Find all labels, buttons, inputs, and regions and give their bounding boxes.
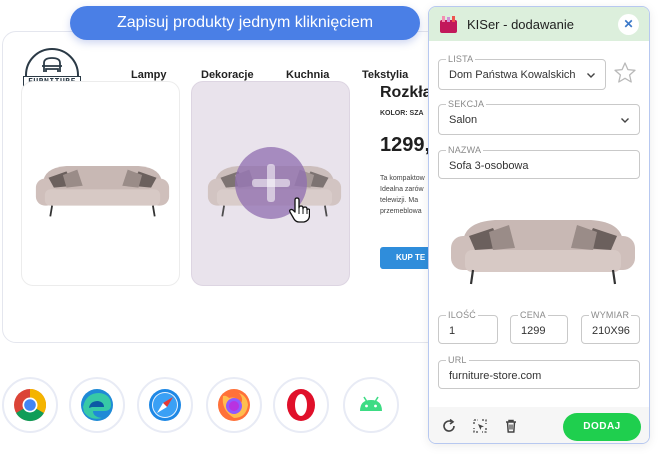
chrome-browser-badge[interactable] <box>2 377 58 433</box>
hand-cursor-icon <box>289 197 310 223</box>
nav-item-tekstylia[interactable]: Tekstylia <box>362 69 408 81</box>
nav-item-dekoracje[interactable]: Dekoracje <box>201 69 254 81</box>
opera-browser-badge[interactable] <box>273 377 329 433</box>
url-label: URL <box>446 355 469 365</box>
chevron-down-icon <box>587 73 595 78</box>
headline-banner: Zapisuj produkty jednym kliknięciem <box>70 6 420 40</box>
wymiar-value: 210X96 <box>592 325 630 337</box>
ilosc-field[interactable]: ILOŚĆ 1 <box>438 310 498 344</box>
kiser-logo-icon <box>440 16 457 33</box>
popup-header: KISer - dodawanie ✕ <box>429 7 649 41</box>
wymiar-label: WYMIAR <box>589 310 632 320</box>
sekcja-label: SEKCJA <box>446 99 487 109</box>
nav-item-kuchnia[interactable]: Kuchnia <box>286 69 329 81</box>
description-line: Ta kompaktow <box>380 175 425 182</box>
wymiar-field[interactable]: WYMIAR 210X96 <box>581 310 640 344</box>
product-price: 1299, <box>380 134 431 156</box>
favorite-star-icon[interactable] <box>613 61 637 85</box>
edge-browser-badge[interactable] <box>69 377 125 433</box>
popup-title: KISer - dodawanie <box>467 17 574 32</box>
firefox-browser-badge[interactable] <box>206 377 262 433</box>
android-badge[interactable] <box>343 377 399 433</box>
cena-field[interactable]: CENA 1299 <box>510 310 568 344</box>
android-icon <box>360 396 382 411</box>
sekcja-select[interactable]: SEKCJA Salon <box>438 99 640 135</box>
product-description: Ta kompaktow Idealna zarów telewizji. Ma… <box>380 173 425 217</box>
lista-label: LISTA <box>446 54 476 64</box>
chevron-down-icon <box>621 118 629 123</box>
popup-footer: DODAJ <box>429 407 649 443</box>
cena-label: CENA <box>518 310 548 320</box>
cena-value: 1299 <box>521 325 546 337</box>
nazwa-label: NAZWA <box>446 145 484 155</box>
sofa-image <box>35 166 170 217</box>
add-button[interactable]: DODAJ <box>563 413 641 441</box>
opera-icon <box>287 389 315 421</box>
chair-icon <box>42 57 62 72</box>
lista-value: Dom Państwa Kowalskich <box>449 69 576 81</box>
ilosc-label: ILOŚĆ <box>446 310 479 320</box>
nav-item-lampy[interactable]: Lampy <box>131 69 166 81</box>
safari-icon <box>149 389 181 421</box>
url-field[interactable]: URL furniture-store.com <box>438 355 640 389</box>
nazwa-value: Sofa 3-osobowa <box>449 160 529 172</box>
edge-icon <box>81 389 113 421</box>
firefox-icon <box>218 389 250 421</box>
close-button[interactable]: ✕ <box>618 14 639 35</box>
product-title: Rozkła <box>380 84 432 101</box>
nazwa-field[interactable]: NAZWA Sofa 3-osobowa <box>438 145 640 179</box>
select-region-icon[interactable] <box>472 418 488 434</box>
product-sofa-image <box>451 220 635 285</box>
product-image-card[interactable] <box>21 81 180 286</box>
refresh-icon[interactable] <box>441 418 457 434</box>
description-line: przemeblowa <box>380 208 422 215</box>
product-color: KOLOR: SZA <box>380 110 424 117</box>
url-value: furniture-store.com <box>449 370 542 382</box>
description-line: telewizji. Ma <box>380 197 419 204</box>
trash-icon[interactable] <box>503 418 519 434</box>
kiser-popup: KISer - dodawanie ✕ LISTA Dom Państwa Ko… <box>428 6 650 444</box>
chrome-icon <box>14 388 47 422</box>
sekcja-value: Salon <box>449 114 478 126</box>
description-line: Idealna zarów <box>380 186 424 193</box>
safari-browser-badge[interactable] <box>137 377 193 433</box>
lista-select[interactable]: LISTA Dom Państwa Kowalskich <box>438 54 606 90</box>
ilosc-value: 1 <box>449 325 456 337</box>
